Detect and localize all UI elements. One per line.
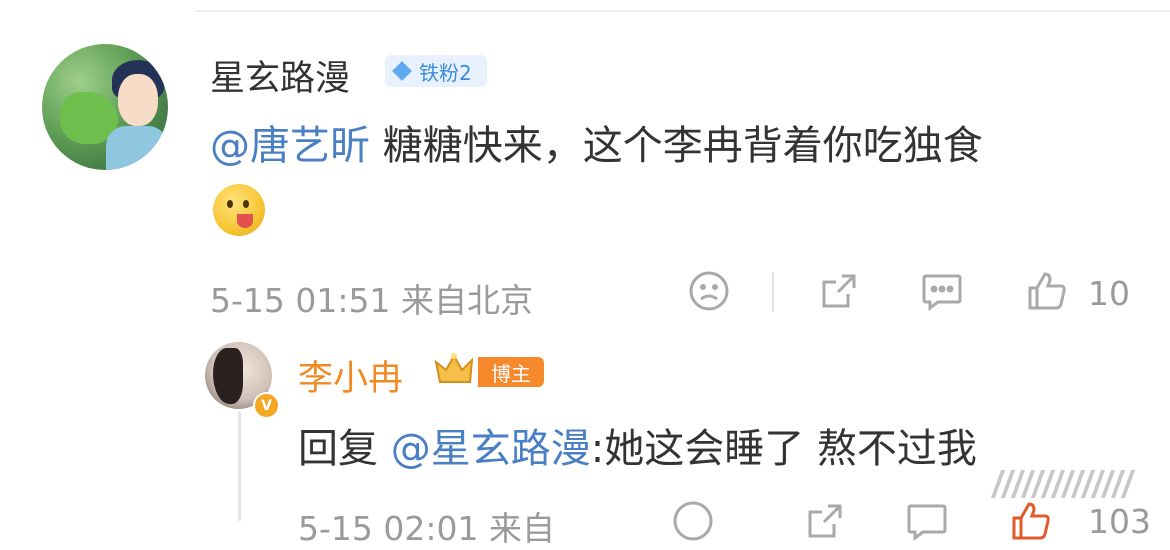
- reply-body: :她这会睡了 熬不过我: [590, 426, 977, 472]
- comment-icon[interactable]: [920, 272, 964, 312]
- reply-thread-line: [238, 412, 241, 521]
- yum-face-emoji: [213, 184, 265, 236]
- comment-text: @唐艺昕 糖糖快来，这个李冉背着你吃独食: [210, 116, 983, 176]
- verified-badge-icon: V: [253, 392, 280, 419]
- user-avatar[interactable]: [42, 44, 168, 170]
- blogger-badge: 博主: [478, 357, 544, 387]
- reply-sad-face-icon[interactable]: [672, 500, 714, 542]
- diamond-icon: [392, 61, 412, 81]
- comment-meta: 5-15 01:51 来自北京: [210, 274, 533, 322]
- reply-mention-link[interactable]: @星玄路漫: [391, 426, 591, 472]
- fan-badge[interactable]: 铁粉2: [385, 55, 487, 87]
- reply-prefix: 回复: [298, 426, 378, 472]
- comment-time: 5-15 01:51: [210, 281, 391, 320]
- reply-thumbs-up-icon[interactable]: [1010, 500, 1052, 542]
- share-icon[interactable]: [818, 270, 860, 312]
- reply-share-icon[interactable]: [804, 500, 846, 542]
- comment-location: 来自北京: [401, 281, 533, 320]
- sad-face-icon[interactable]: [688, 270, 730, 312]
- thumbs-up-icon[interactable]: [1026, 270, 1068, 312]
- reply-text: 回复 @星玄路漫:她这会睡了 熬不过我: [298, 416, 977, 474]
- watermark: [990, 470, 1146, 500]
- reply-meta: 5-15 02:01 来自: [298, 502, 555, 550]
- comment-username[interactable]: 星玄路漫: [210, 50, 350, 101]
- reply-comment-icon[interactable]: [905, 502, 949, 542]
- reply-location: 来自: [489, 509, 555, 548]
- fan-badge-label: 铁粉2: [419, 60, 472, 85]
- comment-body: 糖糖快来，这个李冉背着你吃独食: [370, 123, 983, 169]
- mention-link[interactable]: @唐艺昕: [210, 123, 370, 169]
- reply-time: 5-15 02:01: [298, 509, 479, 548]
- reply-like-count: 103: [1088, 502, 1151, 541]
- reply-username[interactable]: 李小冉: [298, 350, 403, 401]
- action-divider: [772, 272, 774, 312]
- top-divider: [195, 0, 1170, 12]
- like-count: 10: [1088, 274, 1130, 313]
